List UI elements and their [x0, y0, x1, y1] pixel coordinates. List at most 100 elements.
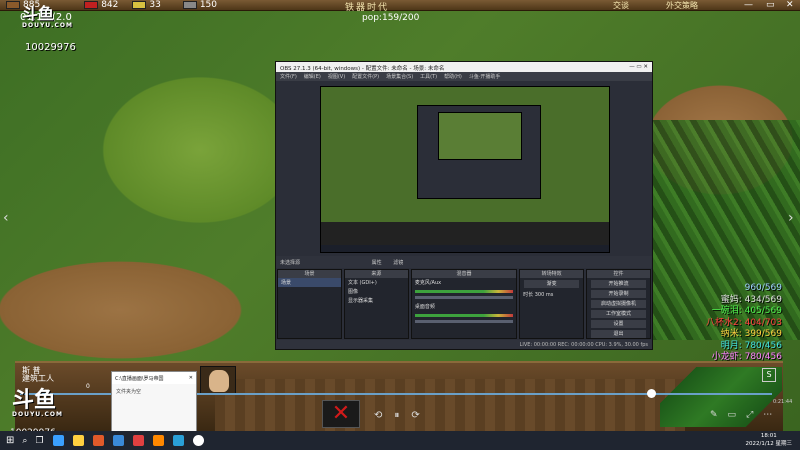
- pause-icon[interactable]: ⏸: [394, 410, 399, 421]
- close-icon[interactable]: ✕: [786, 0, 794, 10]
- menu-douyu[interactable]: 斗鱼·开播助手: [469, 73, 501, 80]
- explorer-thumbnail[interactable]: C:\直播画面\罗马帝国 ✕ 文件夹为空: [111, 371, 197, 432]
- delete-command-button[interactable]: ✕: [322, 400, 360, 428]
- screen-icon[interactable]: ▭: [728, 410, 737, 420]
- nested-preview: [417, 105, 541, 199]
- menu-tools[interactable]: 工具(T): [420, 73, 437, 80]
- douyu-watermark: 斗鱼 DOUYU.COM: [22, 6, 72, 30]
- duration-input[interactable]: 300 ms: [535, 292, 554, 298]
- food-icon: [84, 1, 99, 9]
- score-row: 一碗泪: 405/569: [711, 306, 782, 316]
- resource-stone: 150: [182, 0, 218, 10]
- seek-handle[interactable]: [647, 389, 656, 398]
- score-list: 960/569 蜜妈: 434/569 一碗泪: 405/569 八杯水2: 4…: [706, 283, 782, 364]
- obs-titlebar[interactable]: OBS 27.1.3 (64-bit, windows) - 配置文件: 未命名…: [276, 62, 652, 72]
- rewind-icon[interactable]: ⟲: [374, 410, 382, 421]
- properties-button[interactable]: 属性: [372, 260, 382, 266]
- system-clock[interactable]: 18:01 2022/1/12 星期三: [746, 432, 792, 448]
- menu-scene-collection[interactable]: 场景集合(S): [386, 73, 413, 80]
- clock-time: 18:01: [760, 433, 777, 439]
- app-icon[interactable]: [112, 435, 124, 446]
- next-arrow-icon[interactable]: ›: [788, 210, 794, 226]
- explorer-icon[interactable]: [72, 435, 84, 446]
- settings-button[interactable]: 设置: [591, 320, 646, 328]
- duration-label: 时长: [523, 292, 534, 298]
- resource-value: 842: [101, 0, 119, 10]
- chat-button[interactable]: 交谈: [613, 0, 629, 11]
- controls-dock: 控件 开始推流 开始录制 启动虚拟摄像机 工作室模式 设置 退出: [586, 269, 651, 339]
- menu-view[interactable]: 视图(V): [328, 73, 345, 80]
- filters-button[interactable]: 滤镜: [393, 260, 403, 266]
- scenes-header: 场景: [278, 270, 341, 278]
- mixer-channel-mic: 麦克风/Aux: [414, 280, 442, 286]
- forward-icon[interactable]: ⟳: [411, 410, 419, 421]
- score-row: 蜜妈: 434/569: [720, 294, 782, 305]
- obs-icon[interactable]: [192, 435, 204, 446]
- score-row: 八杯水2: 404/703: [705, 317, 782, 328]
- transition-select[interactable]: 渐变: [524, 280, 580, 288]
- gold-icon: [132, 1, 147, 9]
- more-icon[interactable]: ⋯: [763, 410, 772, 420]
- start-icon[interactable]: ⊞: [6, 435, 14, 446]
- resource-value: 150: [199, 0, 218, 10]
- start-streaming-button[interactable]: 开始推流: [591, 280, 646, 288]
- preview-taskbar: [321, 245, 609, 252]
- panel-art: [215, 379, 685, 431]
- app-icon[interactable]: [92, 435, 104, 446]
- unit-type: 建筑工人: [22, 374, 54, 383]
- source-item[interactable]: 显示器采集: [345, 296, 408, 305]
- pen-icon[interactable]: ✎: [710, 410, 718, 420]
- player-controls: ⟲ ⏸ ⟳: [374, 410, 420, 421]
- menu-file[interactable]: 文件(F): [280, 73, 297, 80]
- population-count: pop:159/200: [362, 13, 420, 23]
- explorer-body: 文件夹为空: [116, 389, 142, 395]
- task-view-icon[interactable]: ❐: [35, 436, 43, 446]
- minimize-icon[interactable]: —: [744, 0, 753, 10]
- obs-docks: 场景 场景 来源 文本 (GDI+) 图像 显示器采集 混音器 麦克风/Aux …: [276, 269, 652, 339]
- scene-item[interactable]: 场景: [278, 278, 341, 287]
- prev-arrow-icon[interactable]: ‹: [3, 210, 9, 226]
- source-item[interactable]: 图像: [345, 287, 408, 296]
- edge-icon[interactable]: [52, 435, 64, 446]
- hand-icon: [209, 370, 229, 392]
- search-icon[interactable]: ⌕: [22, 436, 27, 446]
- obs-preview[interactable]: [320, 86, 610, 253]
- volume-slider[interactable]: [414, 296, 514, 299]
- close-icon[interactable]: ✕: [189, 375, 193, 381]
- watermark-sub: DOUYU.COM: [12, 411, 63, 418]
- exit-button[interactable]: 退出: [591, 330, 646, 338]
- sources-header: 来源: [344, 270, 408, 278]
- source-item[interactable]: 文本 (GDI+): [345, 278, 408, 287]
- studio-mode-button[interactable]: 工作室模式: [591, 310, 646, 318]
- volume-slider[interactable]: [414, 320, 514, 323]
- sources-dock: 来源 文本 (GDI+) 图像 显示器采集: [343, 269, 409, 339]
- fullscreen-icon[interactable]: ⤢: [746, 410, 753, 420]
- stop-command-button[interactable]: [200, 366, 236, 394]
- restore-icon[interactable]: ▭: [766, 0, 775, 10]
- video-time: 0:21:44: [773, 399, 793, 405]
- menu-help[interactable]: 帮助(H): [444, 73, 462, 80]
- controls-header: 控件: [587, 270, 650, 278]
- menu-profile[interactable]: 配置文件(P): [352, 73, 379, 80]
- menu-edit[interactable]: 编辑(E): [304, 73, 321, 80]
- source-toolbar: 未选择源 属性 滤镜: [276, 256, 652, 268]
- mixer-channel-desktop: 桌面音频: [414, 304, 435, 310]
- obs-window[interactable]: OBS 27.1.3 (64-bit, windows) - 配置文件: 未命名…: [275, 61, 653, 350]
- diplomacy-button[interactable]: 外交策略: [666, 0, 698, 11]
- audio-meter: [414, 290, 514, 293]
- app-icon[interactable]: [172, 435, 184, 446]
- score-toggle-button[interactable]: S: [762, 368, 776, 382]
- start-recording-button[interactable]: 开始录制: [591, 290, 646, 298]
- no-source-label: 未选择源: [280, 260, 301, 266]
- mixer-dock: 混音器 麦克风/Aux 桌面音频: [410, 269, 518, 339]
- wood-icon: [6, 1, 20, 9]
- resource-gold: 33: [132, 0, 161, 10]
- duration-row: 时长 300 ms: [520, 290, 583, 299]
- obs-window-controls[interactable]: — ▭ ✕: [629, 64, 648, 70]
- app-icon[interactable]: [132, 435, 144, 446]
- douyu-watermark-bottom: 斗鱼 DOUYU.COM: [12, 390, 63, 419]
- scenes-dock: 场景 场景: [277, 269, 342, 339]
- transitions-header: 转场特效: [520, 270, 584, 278]
- virtual-camera-button[interactable]: 启动虚拟摄像机: [591, 300, 646, 308]
- app-icon[interactable]: [152, 435, 164, 446]
